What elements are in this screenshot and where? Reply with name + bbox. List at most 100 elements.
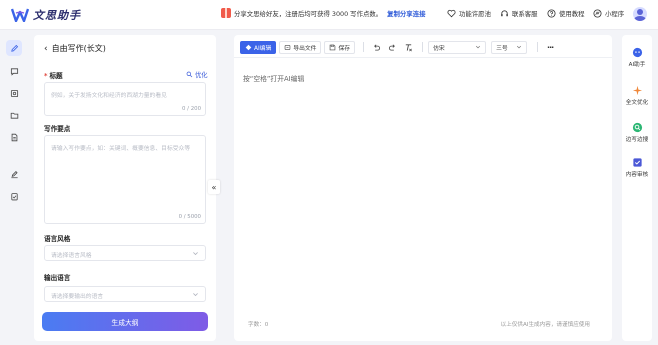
style-select[interactable]: 请选择语言风格	[44, 245, 206, 261]
user-avatar[interactable]	[633, 7, 647, 21]
export-label: 导出文件	[293, 45, 317, 52]
ai-edit-label: AI编辑	[254, 45, 272, 52]
tool-content-review[interactable]: 内容审核	[622, 157, 652, 178]
style-field-label: 语言风格	[44, 235, 71, 243]
nav-tutorial[interactable]: 使用教程	[547, 9, 585, 18]
nav-mini-program[interactable]: 小程序	[593, 9, 624, 18]
chevron-down-icon	[193, 293, 198, 297]
nav-label: 联系客服	[512, 10, 538, 18]
document-icon	[11, 133, 17, 141]
optimize-label: 优化	[195, 72, 208, 79]
rail-templates[interactable]	[6, 85, 22, 101]
mini-program-icon	[593, 9, 602, 18]
tool-label: 内容审核	[625, 172, 649, 178]
heart-icon	[447, 9, 456, 18]
word-count: 字数：0	[248, 322, 269, 328]
toolbar-divider	[537, 42, 539, 52]
toolbar-divider	[422, 42, 424, 52]
tool-label: 全文优化	[625, 100, 649, 106]
tool-label: 边写边搜	[625, 137, 649, 143]
undo-button[interactable]	[369, 41, 383, 54]
font-family-value: 仿宋	[433, 45, 445, 52]
document-editor: AI编辑 导出文件 保存 仿宋 三号 ··· 按“空格”打开AI编辑 字数：0 …	[234, 35, 612, 341]
language-placeholder: 请选择要输出的语言	[51, 294, 104, 300]
generate-outline-button[interactable]: 生成大纲	[42, 312, 208, 331]
undo-icon	[373, 44, 380, 51]
copy-share-link[interactable]: 复制分享连接	[387, 9, 425, 18]
clipboard-check-icon	[10, 192, 18, 200]
title-textarea[interactable]: 例如，关于发扬文化和经济的西湖力量的看见 0 / 200	[44, 82, 206, 116]
redo-icon	[388, 44, 395, 51]
tool-full-optimize[interactable]: 全文优化	[622, 85, 652, 106]
rail-tasks[interactable]	[6, 188, 22, 204]
left-rail	[0, 31, 28, 345]
title-field-label: * 标题	[44, 70, 63, 80]
sparkle-icon	[632, 85, 642, 96]
title-label-text: 标题	[49, 72, 63, 80]
right-tool-panel: AI助手 全文优化 边写边搜 内容审核	[622, 35, 652, 341]
language-field-label: 输出语言	[44, 274, 71, 282]
tool-label: AI助手	[628, 62, 646, 68]
chevron-down-icon	[193, 252, 198, 256]
tool-search-write[interactable]: 边写边搜	[622, 122, 652, 143]
panel-title: 自由写作(长文)	[51, 44, 106, 53]
export-button[interactable]: 导出文件	[279, 40, 322, 54]
points-field-label: 写作要点	[44, 125, 71, 133]
panel-header: ‹ 自由写作(长文)	[44, 43, 106, 54]
back-arrow-icon[interactable]: ‹	[44, 44, 48, 53]
gift-icon	[221, 8, 231, 18]
brand-name: 文思助手	[33, 9, 81, 22]
ai-edit-button[interactable]: AI编辑	[240, 40, 277, 54]
nav-label: 使用教程	[559, 10, 585, 18]
points-char-counter: 0 / 5000	[178, 214, 201, 220]
editor-placeholder[interactable]: 按“空格”打开AI编辑	[243, 73, 304, 83]
save-icon	[330, 44, 336, 50]
rail-write[interactable]	[6, 40, 22, 56]
magic-wand-icon	[186, 71, 193, 78]
save-label: 保存	[338, 45, 351, 52]
toolbar-separator-line	[234, 57, 612, 58]
title-placeholder: 例如，关于发扬文化和经济的西湖力量的看见	[51, 93, 167, 99]
required-marker: *	[44, 72, 48, 80]
more-options-button[interactable]: ···	[543, 41, 557, 54]
style-placeholder: 请选择语言风格	[51, 253, 92, 259]
writing-form-panel: ‹ 自由写作(长文) * 标题 优化 例如，关于发扬文化和经济的西湖力量的看见 0…	[34, 35, 216, 341]
title-char-counter: 0 / 200	[182, 106, 201, 112]
rail-document[interactable]	[6, 129, 22, 145]
more-icon: ···	[547, 42, 554, 52]
review-icon	[632, 158, 642, 167]
font-size-select[interactable]: 三号	[491, 40, 528, 54]
promo-text: 分享文思给好友，注册后均可获得 3000 写作点数。	[234, 9, 383, 18]
redo-button[interactable]	[385, 41, 399, 54]
nav-label: 功能许愿池	[459, 10, 491, 18]
clear-format-icon	[405, 43, 412, 51]
clear-format-button[interactable]	[401, 41, 415, 54]
nav-feature-requests[interactable]: 功能许愿池	[447, 9, 491, 18]
rail-chat[interactable]	[6, 63, 22, 79]
nav-support[interactable]: 联系客服	[500, 9, 538, 18]
search-write-icon	[632, 122, 642, 133]
brand-logo[interactable]: 文思助手	[11, 7, 81, 23]
points-placeholder: 请输入写作要点，如：关键词、概要信息、目标受众等	[51, 146, 191, 152]
diamond-icon	[245, 44, 252, 50]
template-icon	[10, 89, 18, 97]
rail-folder[interactable]	[6, 107, 22, 123]
chat-icon	[10, 67, 18, 76]
promo-banner: 分享文思给好友，注册后均可获得 3000 写作点数。 复制分享连接	[221, 8, 425, 18]
points-textarea[interactable]: 请输入写作要点，如：关键词、概要信息、目标受众等 0 / 5000	[44, 135, 206, 224]
top-bar: 文思助手 分享文思给好友，注册后均可获得 3000 写作点数。 复制分享连接 功…	[0, 0, 658, 30]
headset-icon	[501, 10, 508, 17]
tool-ai-assistant[interactable]: AI助手	[622, 47, 652, 68]
help-circle-icon	[547, 9, 556, 18]
signature-icon	[10, 170, 18, 178]
logo-mark-icon	[11, 8, 29, 22]
save-button[interactable]: 保存	[324, 40, 356, 54]
font-family-select[interactable]: 仿宋	[428, 40, 487, 54]
collapse-panel-button[interactable]: «	[208, 180, 220, 194]
pencil-icon	[10, 44, 18, 52]
editor-toolbar: AI编辑 导出文件 保存 仿宋 三号 ···	[240, 40, 559, 54]
font-size-value: 三号	[496, 45, 508, 52]
language-select[interactable]: 请选择要输出的语言	[44, 286, 206, 302]
rail-signature[interactable]	[6, 166, 22, 182]
optimize-button[interactable]: 优化	[186, 70, 208, 79]
